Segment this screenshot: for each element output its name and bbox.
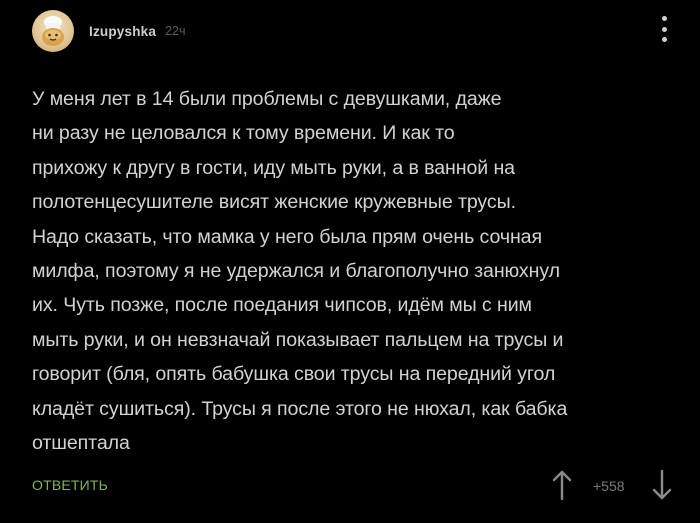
author-name[interactable]: Izupyshka <box>89 24 156 39</box>
arrow-up-icon <box>552 470 572 501</box>
comment-time: 22ч <box>165 24 186 38</box>
avatar[interactable] <box>32 10 74 52</box>
comment-header: Izupyshka 22ч <box>32 9 186 53</box>
more-vertical-icon-dot <box>661 16 667 21</box>
arrow-down-icon <box>652 469 672 500</box>
reply-button[interactable]: ОТВЕТИТЬ <box>32 477 108 493</box>
more-options-button[interactable] <box>660 16 668 42</box>
comment: Izupyshka 22ч У меня лет в 14 были пробл… <box>0 0 700 523</box>
more-vertical-icon-dot <box>661 26 667 32</box>
downvote-button[interactable] <box>650 468 674 502</box>
upvote-button[interactable] <box>550 468 574 502</box>
rating-count: +558 <box>593 478 625 494</box>
comment-text: У меня лет в 14 были проблемы с девушкам… <box>32 88 568 455</box>
more-vertical-icon-dot <box>661 37 667 42</box>
chef-avatar-icon <box>42 16 64 46</box>
comment-footer: ОТВЕТИТЬ +558 <box>32 466 672 506</box>
